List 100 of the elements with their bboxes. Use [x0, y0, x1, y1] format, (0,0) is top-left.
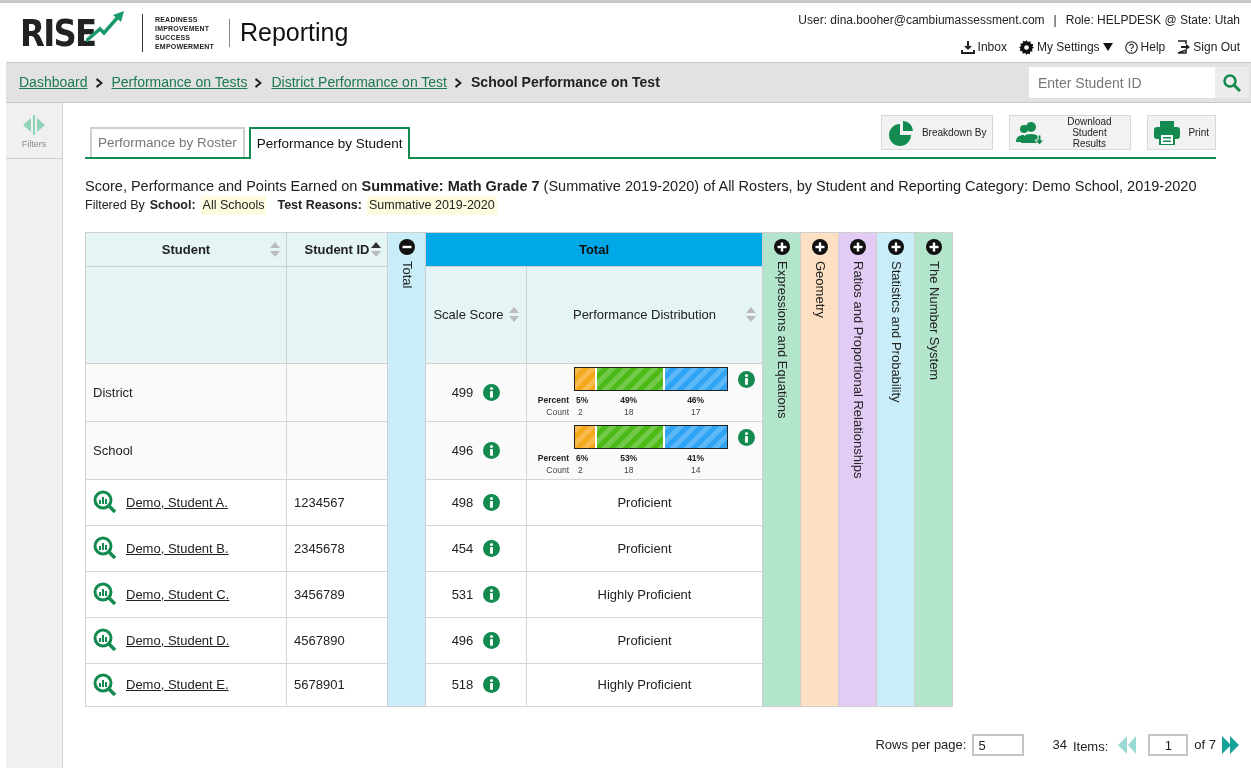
table-cell: District: [85, 363, 287, 422]
chevron-icon: [255, 77, 264, 88]
percent-value: 46%: [687, 393, 705, 406]
column-header[interactable]: Student: [85, 232, 287, 267]
next-page-icon[interactable]: [1222, 736, 1240, 754]
percent-label: Percent: [536, 451, 570, 464]
info-icon[interactable]: [738, 428, 755, 446]
dropdown-caret-icon: [1102, 43, 1113, 51]
magnifier-chart-icon[interactable]: [93, 672, 117, 697]
items-label: Items:: [1072, 737, 1109, 756]
settings-icon: [1018, 39, 1034, 55]
magnifier-chart-icon[interactable]: [93, 490, 117, 515]
printer-icon: [1154, 120, 1181, 145]
category-column[interactable]: Total: [387, 232, 426, 707]
column-header[interactable]: Student ID: [286, 232, 388, 267]
search-button[interactable]: [1215, 67, 1249, 98]
toolbar-button[interactable]: Breakdown By: [880, 115, 994, 150]
scale-score: 496: [451, 631, 474, 650]
rise-logo: RISE: [20, 10, 128, 55]
info-icon[interactable]: [738, 370, 755, 388]
count-label: Count: [545, 405, 570, 418]
filter-name: Test Reasons:: [277, 197, 362, 214]
scale-score: 499: [451, 383, 474, 402]
rows-per-page-field[interactable]: 5: [972, 734, 1025, 756]
count-value: 18: [623, 463, 634, 476]
breadcrumb-current: School Performance on Test: [471, 73, 660, 92]
filter-label: Filtered By: [85, 197, 145, 214]
magnifier-chart-icon[interactable]: [93, 582, 117, 607]
chevron-icon: [95, 77, 104, 88]
expand-panel-icon: [23, 115, 45, 135]
header-link[interactable]: Help: [1124, 38, 1166, 56]
column-header[interactable]: Scale Score: [425, 266, 527, 364]
magnifier-chart-icon[interactable]: [93, 628, 117, 653]
header-link[interactable]: Sign Out: [1177, 38, 1240, 56]
item-count: 34: [1052, 735, 1067, 754]
info-icon[interactable]: [483, 585, 501, 603]
category-column[interactable]: Statistics and Probability: [876, 232, 915, 707]
user-email: User: dina.booher@cambiumassessment.com: [798, 12, 1045, 29]
scale-score: 498: [451, 493, 474, 512]
filter-value: All Schools: [200, 196, 267, 215]
app-title: Reporting: [240, 16, 349, 48]
scale-score: 454: [451, 539, 474, 558]
page-field[interactable]: 1: [1148, 734, 1189, 756]
filter-value: Summative 2019-2020: [366, 196, 497, 215]
expand-icon[interactable]: [887, 238, 904, 255]
column-header[interactable]: Performance Distribution: [526, 266, 763, 364]
scale-score: 531: [451, 585, 474, 604]
student-id-field[interactable]: Enter Student ID: [1029, 67, 1215, 98]
info-icon[interactable]: [483, 539, 501, 557]
tab[interactable]: Performance by Student: [248, 127, 411, 159]
count-value: 2: [578, 463, 583, 476]
user-role: Role: HELPDESK @ State: Utah: [1065, 12, 1240, 29]
info-icon[interactable]: [483, 493, 501, 511]
expand-icon[interactable]: [925, 238, 942, 255]
info-icon[interactable]: [483, 383, 501, 401]
download-tray-icon: [960, 40, 975, 54]
category-column[interactable]: Geometry: [800, 232, 839, 707]
report-heading: Score, Performance and Points Earned on Summative: Math Grade 7 (Summative 2019-2020) of All Rosters, by Student and Reporting Category: Demo School, 2019-2020: [85, 177, 1198, 195]
expand-icon[interactable]: [773, 238, 790, 255]
category-column[interactable]: The Number System: [914, 232, 953, 707]
magnifier-chart-icon[interactable]: [93, 536, 117, 561]
scale-score: 518: [451, 676, 474, 694]
header-link[interactable]: My Settings: [1018, 38, 1113, 56]
expand-icon[interactable]: [849, 238, 866, 255]
count-value: 14: [690, 463, 701, 476]
category-column[interactable]: Ratios and Proportional Relationships: [838, 232, 877, 707]
group-header: Total: [425, 232, 763, 267]
info-icon[interactable]: [483, 631, 501, 649]
toolbar-button[interactable]: Download Student Results: [1009, 115, 1132, 150]
filter-name: School:: [149, 197, 196, 214]
collapse-icon[interactable]: [398, 238, 415, 255]
breadcrumb-link[interactable]: District Performance on Test: [271, 72, 447, 93]
count-value: 17: [690, 405, 701, 418]
breadcrumb-link[interactable]: Dashboard: [19, 72, 88, 93]
percent-value: 6%: [576, 451, 589, 464]
expand-icon[interactable]: [811, 238, 828, 255]
percent-value: 49%: [620, 393, 638, 406]
count-value: 2: [578, 405, 583, 418]
page-total: of 7: [1194, 736, 1216, 755]
pie-chart-icon: [887, 119, 914, 146]
rows-per-page-label: Rows per page:: [875, 736, 967, 755]
info-icon[interactable]: [483, 676, 501, 694]
sort-icon[interactable]: [371, 241, 381, 257]
category-column[interactable]: Expressions and Equations: [762, 232, 801, 707]
count-value: 18: [623, 405, 634, 418]
chevron-icon: [455, 77, 463, 88]
header-link[interactable]: Inbox: [960, 38, 1007, 56]
percent-label: Percent: [536, 393, 570, 406]
separator: |: [1053, 12, 1057, 29]
tab[interactable]: Performance by Roster: [90, 127, 245, 157]
info-icon[interactable]: [483, 441, 501, 459]
search-icon: [1223, 73, 1241, 92]
percent-value: 41%: [687, 451, 705, 464]
percent-value: 5%: [576, 393, 589, 406]
count-label: Count: [545, 463, 570, 476]
table-cell: School: [85, 421, 287, 480]
breadcrumb-link[interactable]: Performance on Tests: [111, 72, 248, 93]
percent-value: 53%: [620, 451, 638, 464]
toolbar-button[interactable]: Print: [1147, 115, 1216, 150]
sign-out-icon: [1177, 40, 1191, 54]
